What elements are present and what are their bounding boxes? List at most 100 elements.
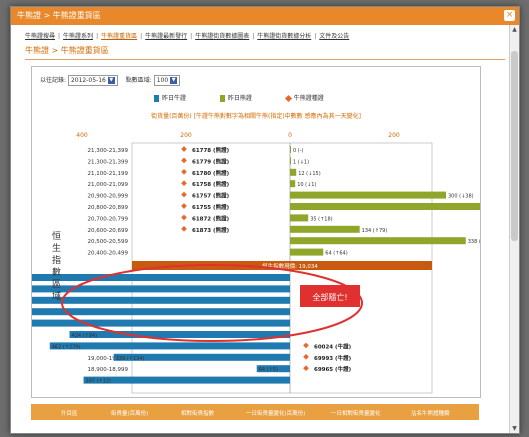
scroll-up-icon[interactable]: ▲ xyxy=(510,25,519,34)
window-title: 牛熊證 > 牛熊證重貨區 xyxy=(17,11,101,20)
bull-bar xyxy=(290,168,297,176)
legend-swatch-bear xyxy=(154,95,159,102)
nav-link[interactable]: 牛熊證街貨數據分析 xyxy=(257,33,311,40)
row-range-label: 20,500-20,599 xyxy=(88,239,129,245)
legend-swatch-bull xyxy=(219,95,225,102)
bar-value-label: 12 (↓15) xyxy=(298,171,320,177)
row-range-label: 20,400-20,499 xyxy=(88,251,129,257)
date-value: 2012-05-16 xyxy=(70,77,106,84)
bar-value-label: 134 (↑79) xyxy=(362,228,388,234)
column-header[interactable]: 相對街貨指數 xyxy=(181,409,214,417)
tick-label: 0 xyxy=(288,132,292,139)
chevron-down-icon[interactable]: ▼ xyxy=(107,77,115,84)
range-label: 點數區域: xyxy=(125,77,152,84)
chart-subtitle: 街貨量(百萬份) [牛證牛熊對數字為相關牛熊(指定)中數數 感應內為其一天變化] xyxy=(151,113,361,120)
chevron-down-icon[interactable]: ▼ xyxy=(170,77,178,84)
bottom-header: 升目區 街貨量(百萬份) 相對街貨指數 一日街貨量變化(百萬份) 一日相對街貨量變化 沽名… xyxy=(31,404,479,420)
date-label: 以往記錄: xyxy=(40,77,67,84)
row-range-label: 20,800-20,899 xyxy=(88,205,129,211)
recovery-label: 61872 (熊證) xyxy=(192,214,230,222)
recovery-label: 61873 (熊證) xyxy=(192,226,230,234)
recovery-label: 60024 (牛證) xyxy=(314,342,352,350)
tick-label: 400 xyxy=(76,132,88,139)
annotation-text: 全部隨亡! xyxy=(312,292,347,302)
row-range-label: 18,900-18,999 xyxy=(88,367,129,373)
bull-bar xyxy=(290,191,446,199)
bull-bar xyxy=(290,214,309,222)
legend: 昨日牛證 昨日熊證 牛熊證種證 xyxy=(154,93,324,103)
recovery-marker xyxy=(181,225,187,232)
bar-value-label: 1 (↓1) xyxy=(293,159,309,165)
nav-link[interactable]: 牛熊證系列 xyxy=(63,33,93,40)
bar-value-label: 339 (↑134) xyxy=(116,356,145,362)
scroll-down-icon[interactable]: ▼ xyxy=(510,424,519,433)
recovery-label: 61780 (熊證) xyxy=(192,169,230,177)
nav-separator: | xyxy=(252,33,255,40)
row-range-label: 21,300-21,399 xyxy=(88,159,129,165)
nav-link[interactable]: 牛熊證街貨數據圖表 xyxy=(195,33,249,40)
recovery-marker xyxy=(303,342,309,349)
column-header[interactable]: 一日街貨量變化(百萬份) xyxy=(246,409,305,417)
column-header[interactable]: 沽名牛熊證種類 xyxy=(411,409,450,417)
recovery-marker xyxy=(181,203,187,209)
bull-bar xyxy=(290,248,324,256)
bull-bar xyxy=(290,157,291,165)
nav-separator: | xyxy=(190,33,193,40)
recovery-marker xyxy=(181,191,187,198)
column-header[interactable]: 升目區 xyxy=(61,409,78,417)
nav-separator: | xyxy=(314,33,317,40)
date-select[interactable]: 2012-05-16 ▼ xyxy=(67,75,118,86)
section-title: 牛熊證 > 牛熊證重貨區 xyxy=(25,46,109,55)
nav-link[interactable]: 牛熊證最新發行 xyxy=(145,33,187,40)
chart-svg: 600400200020040060021,300-21,3990 (-)617… xyxy=(32,132,480,394)
filters: 以往記錄: 2012-05-16 ▼ 點數區域: 100 ▼ xyxy=(40,75,186,86)
close-icon[interactable]: × xyxy=(504,10,515,21)
bar-value-label: 35 (↑18) xyxy=(310,216,332,222)
row-range-label: 20,700-20,799 xyxy=(88,216,129,222)
bull-bar xyxy=(290,237,466,245)
recovery-label: 61758 (熊證) xyxy=(192,180,230,188)
recovery-marker xyxy=(303,365,309,372)
divider xyxy=(25,59,505,60)
scroll-thumb[interactable] xyxy=(511,51,518,241)
column-header[interactable]: 街貨量(百萬份) xyxy=(111,409,148,417)
range-select[interactable]: 100 ▼ xyxy=(153,75,181,86)
recovery-marker xyxy=(181,157,187,164)
row-range-label: 21,000-21,099 xyxy=(88,182,129,188)
chart-panel: 以往記錄: 2012-05-16 ▼ 點數區域: 100 ▼ 昨日牛證 昨日熊證 牛… xyxy=(31,66,481,398)
nav-link[interactable]: 牛熊證搜尋 xyxy=(25,33,55,40)
legend-bull: 昨日熊證 xyxy=(227,95,252,102)
nav-link[interactable]: 牛熊證重貨區 xyxy=(101,33,137,40)
row-range-label: 20,600-20,699 xyxy=(88,228,129,234)
bull-bar xyxy=(290,180,296,188)
recovery-label: 69965 (牛證) xyxy=(314,365,352,373)
bar-value-label: 64 (↑5) xyxy=(259,367,278,373)
column-header[interactable]: 一日相對街貨量變化 xyxy=(331,409,381,417)
bull-bar xyxy=(290,146,291,153)
scrollbar[interactable]: ▲ ▼ xyxy=(509,25,519,433)
nav-separator: | xyxy=(96,33,99,40)
nav-links: 牛熊證搜尋 | 牛熊證系列 | 牛熊證重貨區 | 牛熊證最新發行 | 牛熊證街貨數據圖表 | 牛熊證… xyxy=(25,31,352,40)
row-range-label: 21,100-21,199 xyxy=(88,171,129,177)
bear-bar xyxy=(69,331,290,338)
range-value: 100 xyxy=(156,77,169,84)
bear-bar xyxy=(83,376,290,384)
bear-bar xyxy=(49,342,290,350)
bar-value-label: 424 (↑94) xyxy=(72,333,98,339)
bar-value-label: 300 (↓38) xyxy=(448,194,474,200)
row-range-label: 20,900-20,999 xyxy=(88,194,129,200)
tick-label: 200 xyxy=(180,132,192,139)
side-label-char: 域 xyxy=(52,292,62,302)
nav-separator: | xyxy=(58,33,61,40)
recovery-marker xyxy=(181,180,187,187)
nav-link[interactable]: 文件及公告 xyxy=(319,33,349,40)
title-bar: 牛熊證 > 牛熊證重貨區 × xyxy=(11,7,519,25)
bear-bar xyxy=(32,296,290,304)
bear-bar xyxy=(32,308,291,316)
recovery-marker xyxy=(181,168,187,175)
recovery-label: 61755 (熊證) xyxy=(192,203,230,211)
nav-separator: | xyxy=(140,33,143,40)
legend-recovery: 牛熊證種證 xyxy=(293,95,324,102)
bar-value-label: 338 (↑128) xyxy=(468,239,480,245)
bear-bar xyxy=(32,319,290,327)
